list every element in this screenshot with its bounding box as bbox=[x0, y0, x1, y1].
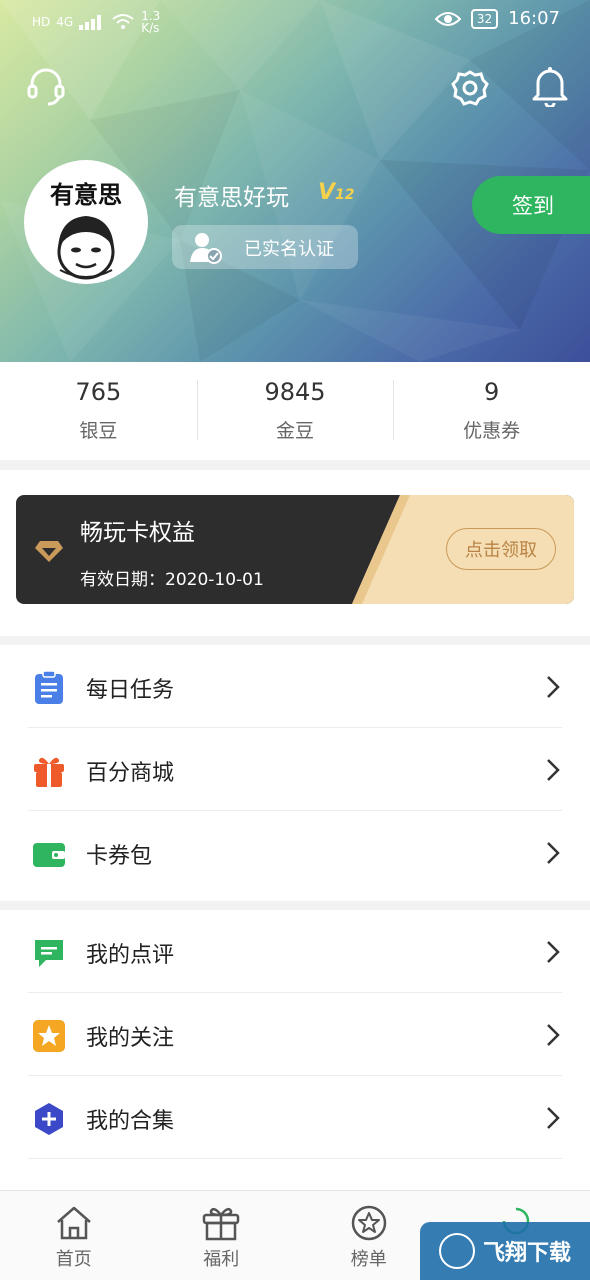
clock: 16:07 bbox=[508, 8, 560, 29]
menu-item-my-reviews[interactable]: 我的点评 bbox=[0, 910, 590, 993]
tab-label: 榜单 bbox=[350, 1249, 387, 1270]
menu-item-label: 卡券包 bbox=[86, 844, 153, 869]
network-indicator: 4G bbox=[56, 15, 74, 29]
username: 有意思好玩 bbox=[174, 185, 289, 211]
star-badge-icon bbox=[351, 1205, 386, 1241]
chevron-right-icon bbox=[547, 1107, 560, 1129]
home-icon bbox=[56, 1206, 91, 1240]
chevron-right-icon bbox=[547, 842, 560, 864]
menu-item-my-collections[interactable]: 我的合集 bbox=[0, 1076, 590, 1159]
status-bar: HD 4G 1.3 K/s 32 16:07 bbox=[0, 0, 590, 40]
menu-item-my-follows[interactable]: 我的关注 bbox=[0, 993, 590, 1076]
meme-face-icon bbox=[57, 216, 115, 280]
menu-group-mine: 我的点评 我的关注 我的合集 bbox=[0, 910, 590, 1190]
hd-indicator: HD bbox=[32, 15, 51, 29]
tab-welfare[interactable]: 福利 bbox=[148, 1191, 296, 1280]
avatar[interactable]: 有意思 bbox=[24, 160, 148, 284]
menu-item-daily-tasks[interactable]: 每日任务 bbox=[0, 645, 590, 728]
divider bbox=[28, 1158, 562, 1159]
play-card-section: 畅玩卡权益 有效日期：2020-10-01 点击领取 bbox=[0, 470, 590, 636]
card-validity: 有效日期：2020-10-01 bbox=[80, 570, 264, 590]
stats-bar: 765 银豆 9845 金豆 9 优惠券 bbox=[0, 362, 590, 460]
menu-item-label: 我的合集 bbox=[86, 1109, 175, 1134]
card-title: 畅玩卡权益 bbox=[80, 520, 195, 546]
wifi-icon bbox=[112, 14, 134, 29]
menu-group-tasks: 每日任务 百分商城 卡券包 bbox=[0, 645, 590, 901]
stat-coupons[interactable]: 9 优惠券 bbox=[393, 362, 590, 460]
play-card[interactable]: 畅玩卡权益 有效日期：2020-10-01 点击领取 bbox=[16, 495, 574, 604]
clipboard-icon bbox=[35, 671, 63, 704]
vip-level-badge: V12 bbox=[318, 180, 355, 205]
stat-value: 9845 bbox=[264, 378, 326, 406]
menu-item-mall[interactable]: 百分商城 bbox=[0, 728, 590, 811]
verified-label: 已实名认证 bbox=[244, 239, 334, 260]
chevron-right-icon bbox=[547, 1024, 560, 1046]
customer-service-icon[interactable] bbox=[22, 62, 70, 110]
eye-icon bbox=[434, 11, 461, 26]
settings-icon[interactable] bbox=[446, 64, 494, 112]
stat-label: 金豆 bbox=[276, 420, 315, 442]
star-icon bbox=[33, 1020, 65, 1052]
stat-label: 银豆 bbox=[79, 420, 118, 442]
verified-badge[interactable]: 已实名认证 bbox=[172, 225, 358, 269]
tab-home[interactable]: 首页 bbox=[0, 1191, 148, 1280]
vip-level: 12 bbox=[335, 187, 355, 203]
signin-button[interactable]: 签到 bbox=[472, 176, 590, 234]
menu-item-label: 我的关注 bbox=[86, 1026, 175, 1051]
menu-item-label: 百分商城 bbox=[86, 761, 175, 786]
gift-icon bbox=[34, 757, 64, 787]
menu-item-coupon-wallet[interactable]: 卡券包 bbox=[0, 811, 590, 894]
notification-bell-icon[interactable] bbox=[526, 62, 574, 110]
claim-button[interactable]: 点击领取 bbox=[446, 528, 556, 570]
stat-value: 9 bbox=[484, 378, 500, 406]
gift-icon bbox=[203, 1207, 240, 1241]
vip-prefix: V bbox=[318, 180, 336, 205]
verified-user-icon bbox=[190, 233, 222, 264]
battery-indicator: 32 bbox=[470, 8, 499, 29]
chevron-right-icon bbox=[547, 676, 560, 698]
tab-label: 福利 bbox=[203, 1249, 240, 1270]
tab-label: 首页 bbox=[55, 1249, 92, 1270]
stat-label: 优惠券 bbox=[463, 420, 521, 442]
speed-unit: K/s bbox=[141, 21, 160, 35]
signal-icon bbox=[79, 15, 102, 30]
menu-item-label: 我的点评 bbox=[86, 943, 175, 968]
chevron-right-icon bbox=[547, 941, 560, 963]
comment-icon bbox=[35, 940, 63, 967]
menu-item-label: 每日任务 bbox=[86, 678, 175, 703]
wallet-icon bbox=[33, 843, 65, 867]
watermark-logo: 飞翔下载 bbox=[420, 1222, 590, 1280]
stat-value: 765 bbox=[75, 378, 122, 406]
network-speed: 1.3 K/s bbox=[141, 10, 160, 34]
stat-silver-beans[interactable]: 765 银豆 bbox=[0, 362, 197, 460]
stat-gold-beans[interactable]: 9845 金豆 bbox=[196, 362, 394, 460]
status-right: 32 16:07 bbox=[434, 8, 560, 29]
chevron-right-icon bbox=[547, 759, 560, 781]
status-left: HD 4G 1.3 K/s bbox=[32, 10, 160, 34]
collection-icon bbox=[35, 1103, 63, 1135]
watermark-badge-icon bbox=[438, 1233, 475, 1269]
watermark-text: 飞翔下载 bbox=[482, 1241, 571, 1266]
diamond-icon bbox=[35, 541, 63, 562]
profile-header: HD 4G 1.3 K/s 32 16:07 有意思 有意思好玩 V12 已实名… bbox=[0, 0, 590, 362]
